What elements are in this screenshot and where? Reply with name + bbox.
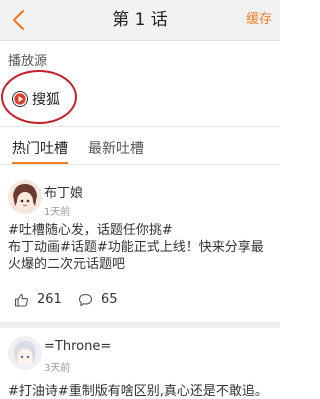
tab-hot-comments[interactable]: 热门吐槽 bbox=[12, 138, 68, 158]
comment-count: 65 bbox=[101, 292, 118, 307]
sohu-play-icon bbox=[12, 91, 28, 107]
post-content-line: #吐槽随心发，话题任你挑# bbox=[8, 223, 173, 238]
source-section-label: 播放源 bbox=[8, 54, 48, 69]
thumbs-up-icon bbox=[14, 293, 28, 307]
avatar-image-icon bbox=[8, 180, 42, 214]
post-content-line: 布丁动画#话题#功能正式上线！快来分享最 bbox=[8, 240, 264, 255]
divider bbox=[0, 164, 280, 165]
post-content-line: 火爆的二次元话题吧 bbox=[8, 257, 126, 272]
post-author[interactable]: =Throne= bbox=[44, 339, 111, 354]
post-time: 1天前 bbox=[44, 207, 71, 218]
avatar[interactable] bbox=[8, 336, 42, 370]
source-sohu-button[interactable]: 搜狐 bbox=[12, 86, 60, 112]
tab-latest-comments[interactable]: 最新吐槽 bbox=[88, 138, 144, 158]
comment-button[interactable]: 65 bbox=[78, 292, 118, 307]
like-button[interactable]: 261 bbox=[14, 292, 62, 307]
post-content: #吐槽随心发，话题任你挑# 布丁动画#话题#功能正式上线！快来分享最 火爆的二次… bbox=[8, 222, 272, 273]
post-author[interactable]: 布丁娘 bbox=[44, 182, 83, 201]
top-bar: 第 1 话 缓存 bbox=[0, 0, 280, 41]
cache-button[interactable]: 缓存 bbox=[246, 0, 272, 40]
like-count: 261 bbox=[37, 292, 62, 307]
section-separator bbox=[0, 322, 280, 328]
comment-bubble-icon bbox=[78, 293, 93, 306]
avatar[interactable] bbox=[8, 180, 42, 214]
source-sohu-label: 搜狐 bbox=[32, 92, 60, 108]
divider bbox=[0, 126, 280, 127]
avatar-image-icon bbox=[8, 336, 42, 370]
page-title: 第 1 话 bbox=[112, 10, 168, 30]
post-content-line: #打油诗#重制版有啥区别,真心还是不敢追。 bbox=[8, 384, 268, 399]
post-time: 3天前 bbox=[44, 363, 71, 374]
